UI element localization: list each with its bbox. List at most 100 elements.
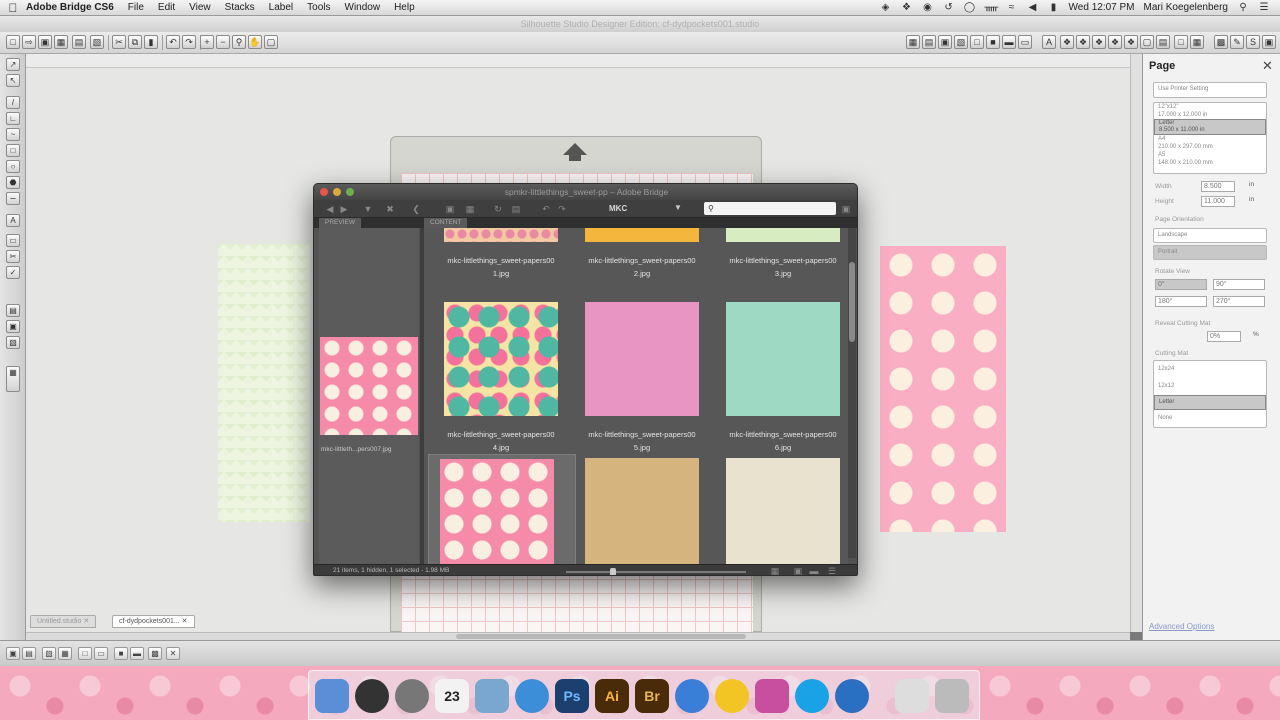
store-icon[interactable]: S	[1246, 35, 1260, 49]
close-icon[interactable]: ✕	[182, 618, 188, 625]
mirror-icon[interactable]: ▭	[94, 647, 108, 660]
duplicate-icon[interactable]: □	[78, 647, 92, 660]
gradient-icon[interactable]: ▢	[1140, 35, 1154, 49]
thumbnail-view-icon[interactable]: ▣	[792, 565, 804, 575]
scrollbar-thumb[interactable]	[456, 634, 746, 639]
zoom-box-icon[interactable]: ⚲	[232, 35, 246, 49]
time-machine-icon[interactable]: ↺	[943, 2, 955, 13]
print-icon[interactable]: ▤	[72, 35, 86, 49]
trace-icon[interactable]: ▭	[1018, 35, 1032, 49]
bluetooth-icon[interactable]: ᚅ	[985, 2, 999, 13]
registration-tool-icon[interactable]: ▣	[6, 320, 20, 333]
reveal-mat-field[interactable]: 0%	[1207, 331, 1241, 342]
finder-icon[interactable]	[315, 679, 349, 713]
text-style-icon[interactable]: A	[1042, 35, 1056, 49]
forward-icon[interactable]: ▶	[338, 203, 350, 215]
scrollbar-thumb[interactable]	[849, 262, 855, 342]
ellipse-tool-icon[interactable]: ○	[6, 160, 20, 173]
safari-icon[interactable]	[515, 679, 549, 713]
itunes-icon[interactable]	[675, 679, 709, 713]
rectangle-tool-icon[interactable]: □	[6, 144, 20, 157]
line-tool-icon[interactable]: /	[6, 96, 20, 109]
copy-icon[interactable]: ⧉	[128, 35, 142, 49]
knife-tool-icon[interactable]: ✂	[6, 250, 20, 263]
reveal-icon[interactable]: ❮	[410, 203, 422, 215]
content-thumbnail[interactable]	[718, 458, 848, 564]
menu-view[interactable]: View	[189, 2, 211, 13]
menu-window[interactable]: Window	[345, 2, 381, 13]
print-cut-icon[interactable]: ▧	[90, 35, 104, 49]
launchpad-icon[interactable]	[395, 679, 429, 713]
ungroup-icon[interactable]: ▤	[22, 647, 36, 660]
point-edit-tool-icon[interactable]: ↖	[6, 74, 20, 87]
open-icon[interactable]: ⇨	[22, 35, 36, 49]
close-icon[interactable]: ✕	[83, 618, 89, 625]
paper-size-option[interactable]: 12"x12"	[1154, 103, 1266, 111]
save-icon[interactable]: ▣	[38, 35, 52, 49]
polygon-tool-icon[interactable]: ⬣	[6, 176, 20, 189]
minimize-window-icon[interactable]	[333, 188, 341, 196]
layers-icon[interactable]: ▬	[1002, 35, 1016, 49]
fit-page-icon[interactable]: ▢	[264, 35, 278, 49]
sync-icon[interactable]: ◯	[964, 2, 976, 13]
chevron-down-icon[interactable]: ▼	[674, 203, 682, 212]
close-icon[interactable]: ✕	[1262, 58, 1273, 74]
mat-option[interactable]: 12x24	[1154, 361, 1266, 378]
menubar-clock[interactable]: Wed 12:07 PM	[1069, 2, 1135, 13]
cutting-mat-list[interactable]: 12x24 12x12 Letter None	[1153, 360, 1267, 428]
documents-folder-icon[interactable]	[895, 679, 929, 713]
content-thumbnail[interactable]: mkc-littlethings_sweet-papers00 3.jpg	[718, 228, 848, 296]
output-icon[interactable]: ▤	[510, 203, 522, 215]
wifi-icon[interactable]: ≈	[1006, 2, 1018, 13]
content-thumbnail[interactable]: mkc-littlethings_sweet-papers00 4.jpg	[436, 302, 566, 452]
photoshop-icon[interactable]: Ps	[555, 679, 589, 713]
content-thumbnail[interactable]: mkc-littlethings_sweet-papers00 2.jpg	[577, 228, 707, 296]
canvas-vertical-scrollbar[interactable]	[1130, 54, 1142, 632]
line-color-icon[interactable]: ❖	[1076, 35, 1090, 49]
content-thumbnail[interactable]: mkc-littlethings_sweet-papers00 1.jpg	[436, 228, 566, 296]
orientation-portrait-button[interactable]: Portrait	[1153, 245, 1267, 260]
group-icon[interactable]: ▣	[6, 647, 20, 660]
illustrator-icon[interactable]: Ai	[595, 679, 629, 713]
polyline-tool-icon[interactable]: ∟	[6, 112, 20, 125]
trash-icon[interactable]	[935, 679, 969, 713]
height-field[interactable]: 11.000	[1201, 196, 1235, 207]
skype-icon[interactable]	[795, 679, 829, 713]
shadow-icon[interactable]: ❖	[1124, 35, 1138, 49]
dvd-player-icon[interactable]	[355, 679, 389, 713]
back-icon[interactable]: ◀	[324, 203, 336, 215]
fill-icon[interactable]: ❖	[1060, 35, 1074, 49]
apple-menu-icon[interactable]: 	[0, 1, 26, 15]
grid-view-icon[interactable]: ▦	[769, 565, 781, 575]
freehand-tool-icon[interactable]: ∽	[6, 192, 20, 205]
modify-icon[interactable]: ■	[986, 35, 1000, 49]
zoom-window-icon[interactable]	[346, 188, 354, 196]
sketch-icon[interactable]: ✎	[1230, 35, 1244, 49]
details-view-icon[interactable]: ▬	[808, 565, 820, 575]
bridge-search-input[interactable]: ⚲	[704, 202, 836, 215]
library-panel-icon[interactable]: ▣	[1262, 35, 1276, 49]
bring-front-icon[interactable]: ■	[114, 647, 128, 660]
compact-mode-icon[interactable]: ▣	[840, 203, 852, 215]
delete-icon[interactable]: ✕	[166, 647, 180, 660]
select-tool-icon[interactable]: ↗	[6, 58, 20, 71]
bridge-icon[interactable]: Br	[635, 679, 669, 713]
grid-icon[interactable]: ▦	[906, 35, 920, 49]
creative-cloud-icon[interactable]: ◈	[880, 2, 892, 13]
menu-edit[interactable]: Edit	[158, 2, 175, 13]
weld-icon[interactable]: ▩	[148, 647, 162, 660]
align-icon[interactable]: ▤	[922, 35, 936, 49]
content-scrollbar[interactable]	[848, 228, 856, 558]
pan-icon[interactable]: ✋	[248, 35, 262, 49]
undo-icon[interactable]: ↶	[166, 35, 180, 49]
page-settings-tool-icon[interactable]: ▤	[6, 304, 20, 317]
mat-option[interactable]: None	[1154, 410, 1266, 427]
app-menu[interactable]: Adobe Bridge CS6	[26, 2, 114, 13]
media-tool-icon[interactable]: ▦	[6, 366, 20, 392]
content-thumbnail[interactable]: mkc-littlethings_sweet-papers00 5.jpg	[577, 302, 707, 452]
curve-tool-icon[interactable]: ~	[6, 128, 20, 141]
paste-icon[interactable]: ▮	[144, 35, 158, 49]
text-tool-icon[interactable]: A	[6, 214, 20, 227]
advanced-options-link[interactable]: Advanced Options	[1149, 622, 1214, 631]
dropbox-icon[interactable]: ❖	[901, 2, 913, 13]
